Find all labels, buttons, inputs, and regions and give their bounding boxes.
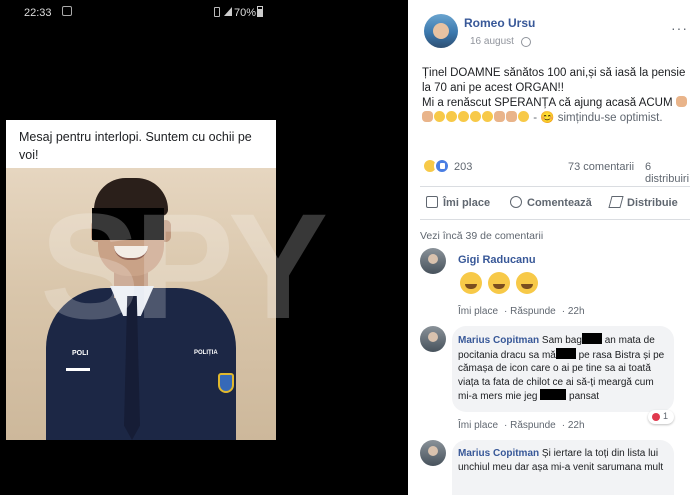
- comment-like-link[interactable]: Îmi place: [458, 420, 498, 431]
- comment-like-link[interactable]: Îmi place: [458, 306, 498, 317]
- monkey-emoji-icon: [422, 111, 433, 122]
- commenter-avatar[interactable]: [420, 440, 446, 466]
- comment-icon: [510, 196, 522, 208]
- laughing-emoji-icon: [516, 272, 538, 294]
- comment-reply-link[interactable]: Răspunde: [510, 306, 556, 317]
- comment-button[interactable]: Comentează: [510, 196, 592, 209]
- post-header: Romeo Ursu 16 august ···: [408, 0, 700, 56]
- commenter-name[interactable]: Marius Copitman: [458, 335, 539, 346]
- reactions-bar[interactable]: 203 73 comentarii 6 distribuiri: [422, 158, 692, 185]
- reflective-stripe: [66, 368, 90, 371]
- laughing-emoji-icon: [460, 272, 482, 294]
- like-reaction-icon: [434, 158, 450, 174]
- flex-emoji-icon: [506, 111, 517, 122]
- heart-reaction-icon: [652, 413, 660, 421]
- redaction-bar: [540, 389, 567, 400]
- uniform-label-right: POLIȚIA: [194, 350, 218, 356]
- post-text-line2-label: Mi a renăscut SPERANȚA că ajung acasă AC…: [422, 97, 673, 109]
- uniform-label-left: POLI: [72, 350, 89, 357]
- comment-reaction-count: 1: [663, 411, 669, 421]
- post-text-line3: - 😊 simțindu-se optimist.: [422, 111, 694, 126]
- commenter-avatar[interactable]: [420, 326, 446, 352]
- share-button-label: Distribuie: [627, 197, 678, 209]
- comment-time: 22h: [567, 420, 585, 431]
- share-button[interactable]: Distribuie: [608, 196, 678, 209]
- commenter-avatar[interactable]: [420, 248, 446, 274]
- comment-time: 22h: [567, 306, 585, 317]
- screenshot-composite: 22:33 70% Mesaj pentru interlopi. Suntem…: [0, 0, 700, 495]
- author-name[interactable]: Romeo Ursu: [464, 16, 535, 30]
- post-body: Ținel DOAMNE sănătos 100 ani,și să iasă …: [422, 66, 694, 126]
- signal-icon: [224, 7, 232, 16]
- like-button[interactable]: Îmi place: [426, 196, 490, 209]
- smile-emoji-icon: [458, 111, 469, 122]
- comment-meta: Îmi place · Răspunde · 22h: [458, 306, 585, 317]
- comment-meta: Îmi place · Răspunde · 22h: [458, 420, 585, 431]
- comment-text: Marius Copitman Sam bag an mata de pocit…: [458, 333, 670, 404]
- thumbs-up-icon: [426, 196, 438, 208]
- globe-icon: [521, 37, 531, 47]
- comment-reply-link[interactable]: Răspunde: [510, 420, 556, 431]
- smile-emoji-icon: [434, 111, 445, 122]
- status-time: 22:33: [24, 7, 52, 19]
- post-text-line2: Mi a renăscut SPERANȚA că ajung acasă AC…: [422, 96, 694, 111]
- facebook-post: Romeo Ursu 16 august ··· Ținel DOAMNE să…: [408, 0, 700, 495]
- comment-text: Marius Copitman Și iertare la toți din l…: [458, 447, 666, 474]
- redaction-bar: [555, 347, 576, 359]
- share-icon: [608, 196, 624, 208]
- comment-reaction-badge[interactable]: 1: [648, 410, 674, 424]
- post-actions: Îmi place Comentează Distribuie: [420, 186, 690, 220]
- feeling-status: - 😊 simțindu-se optimist.: [533, 112, 663, 124]
- author-avatar[interactable]: [424, 14, 458, 48]
- comment-text-part-d: pansat: [569, 391, 600, 402]
- commenter-name[interactable]: Gigi Raducanu: [458, 254, 536, 266]
- shared-post-caption: Mesaj pentru interlopi. Suntem cu ochii …: [19, 130, 252, 162]
- flex-emoji-icon: [494, 111, 505, 122]
- sunglasses-emoji-icon: [470, 111, 481, 122]
- smile-emoji-icon: [446, 111, 457, 122]
- monkey-emoji-icon: [675, 96, 687, 107]
- shares-count[interactable]: 6 distribuiri: [645, 161, 692, 185]
- shared-post-photo[interactable]: POLI POLIȚIA: [6, 168, 276, 440]
- comment-button-label: Comentează: [527, 197, 592, 209]
- shared-post-card[interactable]: Mesaj pentru interlopi. Suntem cu ochii …: [6, 120, 276, 440]
- redaction-bar: [581, 333, 602, 344]
- sunglasses-emoji-icon: [482, 111, 493, 122]
- notification-icon: [62, 6, 72, 16]
- status-bar: 22:33 70%: [0, 0, 408, 26]
- censor-bar: [92, 208, 164, 240]
- post-text-line1: Ținel DOAMNE sănătos 100 ani,și să iasă …: [422, 67, 686, 94]
- battery-percent: 70%: [234, 7, 257, 19]
- like-button-label: Îmi place: [443, 197, 491, 209]
- wink-emoji-icon: [518, 111, 529, 122]
- phone-screenshot: 22:33 70% Mesaj pentru interlopi. Suntem…: [0, 0, 408, 495]
- laughing-emoji-icon: [488, 272, 510, 294]
- view-more-comments-link[interactable]: Vezi încă 39 de comentarii: [420, 230, 543, 242]
- reaction-count[interactable]: 203: [454, 161, 472, 173]
- commenter-name[interactable]: Marius Copitman: [458, 448, 539, 459]
- post-options-icon[interactable]: ···: [671, 20, 688, 36]
- police-badge-icon: [218, 373, 234, 393]
- comment-text-part-a: Sam bag: [541, 335, 582, 346]
- vibrate-icon: [214, 7, 220, 17]
- post-date[interactable]: 16 august: [470, 36, 514, 47]
- battery-icon: [257, 6, 263, 17]
- comments-count[interactable]: 73 comentarii: [568, 161, 634, 173]
